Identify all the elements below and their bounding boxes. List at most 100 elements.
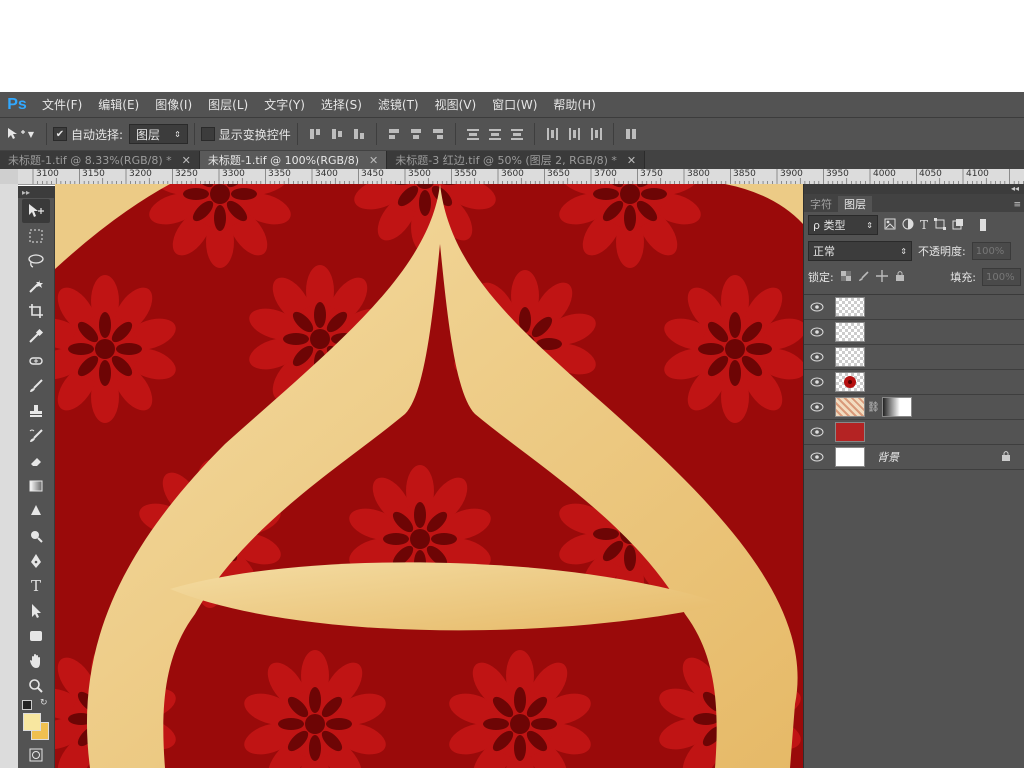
ruler-label: 4100 [966, 169, 989, 179]
distribute-bottom-icon[interactable] [510, 127, 524, 141]
menu-filter[interactable]: 滤镜(T) [370, 96, 427, 113]
document-tab[interactable]: 未标题-3 红边.tif @ 50% (图层 2, RGB/8) * ✕ [387, 151, 646, 169]
layer-filter-dropdown[interactable]: ρ 类型 ⇕ [808, 215, 878, 235]
visibility-eye-icon[interactable] [804, 327, 830, 337]
visibility-eye-icon[interactable] [804, 402, 830, 412]
distribute-right-icon[interactable] [589, 127, 603, 141]
lasso-tool-icon[interactable] [22, 249, 50, 273]
healing-brush-tool-icon[interactable] [22, 349, 50, 373]
layer-name: 背景 [877, 451, 899, 464]
show-transform-checkbox[interactable] [200, 127, 215, 141]
move-tool-preset-picker[interactable]: ▼ [0, 127, 40, 141]
lock-transparent-icon[interactable] [840, 270, 852, 285]
opacity-input[interactable]: 100% [971, 242, 1011, 260]
fill-input[interactable]: 100% [982, 268, 1021, 286]
panel-menu-icon[interactable]: ≡ [1009, 200, 1024, 212]
hand-tool-icon[interactable] [22, 649, 50, 673]
close-icon[interactable]: ✕ [369, 154, 378, 167]
quick-selection-tool-icon[interactable] [22, 274, 50, 298]
pen-tool-icon[interactable] [22, 549, 50, 573]
layer-row-background[interactable]: 背景 [804, 445, 1024, 470]
swap-colors-icon[interactable]: ↻ [40, 698, 48, 708]
filter-shape-icon[interactable] [934, 217, 947, 233]
auto-select-target-dropdown[interactable]: 图层 ⇕ [129, 124, 188, 144]
distribute-left-icon[interactable] [545, 127, 559, 141]
marquee-tool-icon[interactable] [22, 224, 50, 248]
eyedropper-tool-icon[interactable] [22, 324, 50, 348]
eraser-tool-icon[interactable] [22, 449, 50, 473]
clone-stamp-tool-icon[interactable] [22, 399, 50, 423]
path-selection-tool-icon[interactable] [22, 599, 50, 623]
layer-row[interactable]: ⛓ [804, 395, 1024, 420]
crop-tool-icon[interactable] [22, 299, 50, 323]
separator [193, 123, 195, 145]
menu-image[interactable]: 图像(I) [147, 96, 200, 113]
close-icon[interactable]: ✕ [182, 154, 191, 167]
menu-layer[interactable]: 图层(L) [200, 96, 256, 113]
filter-smart-object-icon[interactable] [952, 218, 964, 233]
zoom-tool-icon[interactable] [22, 674, 50, 698]
align-bottom-icon[interactable] [352, 127, 366, 141]
gradient-tool-icon[interactable] [22, 474, 50, 498]
history-brush-tool-icon[interactable] [22, 424, 50, 448]
foreground-color-swatch[interactable] [23, 713, 41, 731]
layer-row[interactable] [804, 370, 1024, 395]
lock-position-icon[interactable] [875, 269, 888, 285]
ruler-label: 3600 [501, 169, 524, 179]
visibility-eye-icon[interactable] [804, 377, 830, 387]
menu-type[interactable]: 文字(Y) [256, 96, 313, 113]
align-top-icon[interactable] [308, 127, 322, 141]
align-hcenter-icon[interactable] [409, 127, 423, 141]
visibility-eye-icon[interactable] [804, 352, 830, 362]
visibility-eye-icon[interactable] [804, 452, 830, 462]
ruler-label: 3700 [594, 169, 617, 179]
layer-row[interactable] [804, 420, 1024, 445]
layer-row[interactable] [804, 295, 1024, 320]
menu-window[interactable]: 窗口(W) [484, 96, 545, 113]
document-tab[interactable]: 未标题-1.tif @ 8.33%(RGB/8) * ✕ [0, 151, 200, 169]
distribute-top-icon[interactable] [466, 127, 480, 141]
blend-mode-dropdown[interactable]: 正常 ⇕ [808, 241, 912, 261]
horizontal-ruler[interactable]: 3100 3150 3200 3250 3300 3350 3400 3450 … [18, 169, 1024, 185]
document-canvas[interactable] [55, 184, 803, 768]
menu-view[interactable]: 视图(V) [427, 96, 485, 113]
tab-layers[interactable]: 图层 [838, 196, 872, 212]
filter-adjustment-icon[interactable] [902, 218, 914, 233]
menu-file[interactable]: 文件(F) [34, 96, 90, 113]
layer-mask-thumbnail[interactable] [881, 397, 912, 417]
filter-toggle-icon[interactable] [980, 219, 987, 231]
close-icon[interactable]: ✕ [627, 154, 636, 167]
type-tool-icon[interactable]: T [22, 574, 50, 598]
link-chain-icon[interactable]: ⛓ [867, 402, 880, 413]
default-colors-icon[interactable] [22, 700, 32, 710]
distribute-vcenter-icon[interactable] [488, 127, 502, 141]
menu-help[interactable]: 帮助(H) [545, 96, 603, 113]
filter-pixel-icon[interactable] [884, 218, 896, 233]
quick-mask-icon[interactable] [22, 743, 50, 767]
filter-type-icon[interactable]: T [920, 218, 928, 232]
panel-collapse-icon[interactable]: ◂◂ [804, 184, 1024, 194]
lock-pixels-icon[interactable] [858, 270, 870, 285]
move-tool-icon[interactable] [22, 199, 50, 223]
distribute-hcenter-icon[interactable] [567, 127, 581, 141]
rectangle-tool-icon[interactable] [22, 624, 50, 648]
vertical-ruler[interactable] [0, 184, 18, 768]
dodge-tool-icon[interactable] [22, 524, 50, 548]
align-vcenter-icon[interactable] [330, 127, 344, 141]
brush-tool-icon[interactable] [22, 374, 50, 398]
visibility-eye-icon[interactable] [804, 427, 830, 437]
align-right-icon[interactable] [431, 127, 445, 141]
lock-all-icon[interactable] [894, 270, 906, 285]
layer-row[interactable] [804, 345, 1024, 370]
visibility-eye-icon[interactable] [804, 302, 830, 312]
menu-select[interactable]: 选择(S) [313, 96, 370, 113]
layer-row[interactable] [804, 320, 1024, 345]
auto-align-layers-icon[interactable] [624, 127, 638, 141]
auto-select-checkbox[interactable]: ✔ [53, 127, 67, 141]
align-left-icon[interactable] [387, 127, 401, 141]
toolbox-collapse-icon[interactable]: ▸▸ [18, 186, 54, 198]
menu-edit[interactable]: 编辑(E) [90, 96, 147, 113]
document-tab-active[interactable]: 未标题-1.tif @ 100%(RGB/8) ✕ [199, 151, 388, 169]
tab-character[interactable]: 字符 [804, 196, 838, 212]
blur-tool-icon[interactable] [22, 499, 50, 523]
